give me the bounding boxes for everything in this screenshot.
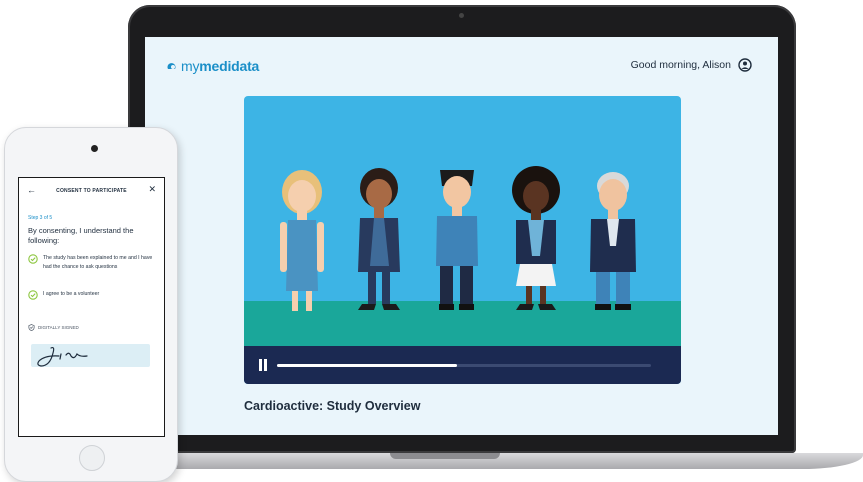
phone-camera [91,145,98,152]
digitally-signed-label: DIGITALLY SIGNED [28,324,79,331]
laptop-camera [459,13,464,18]
character-blonde-woman [280,170,324,311]
check-circle-icon [28,254,38,264]
logo-text-my: my [181,58,200,74]
video-frame-illustration [280,166,636,311]
step-indicator: Step 3 of 5 [28,215,53,221]
pause-icon[interactable] [258,359,268,371]
consent-item[interactable]: I agree to be a volunteer [28,290,156,300]
shield-check-icon [28,324,35,331]
signed-text: DIGITALLY SIGNED [38,325,79,330]
greeting-text: Good morning, Alison [630,59,731,71]
character-curly-woman [512,166,560,310]
consent-heading: By consenting, I understand the followin… [28,226,134,245]
signature-scribble [37,346,88,367]
consent-title: CONSENT TO PARTICIPATE [56,188,127,194]
consent-item-text: The study has been explained to me and I… [43,255,153,270]
consent-item[interactable]: The study has been explained to me and I… [28,254,156,271]
consent-header: ← CONSENT TO PARTICIPATE ✕ [19,178,164,204]
video-progress-bar[interactable] [277,364,651,367]
home-button[interactable] [79,445,105,471]
mymedidata-logo[interactable]: my medidata [167,58,259,74]
phone: ← CONSENT TO PARTICIPATE ✕ Step 3 of 5 B… [4,127,178,482]
back-arrow-icon[interactable]: ← [27,185,36,195]
video-title: Cardioactive: Study Overview [244,399,421,413]
consent-item-text: I agree to be a volunteer [43,291,100,297]
phone-screen: ← CONSENT TO PARTICIPATE ✕ Step 3 of 5 B… [18,177,165,437]
video-player[interactable] [244,96,681,384]
video-progress-fill [277,364,457,367]
check-circle-icon [28,290,38,300]
laptop-notch [390,453,500,459]
video-controls [244,346,681,384]
user-circle-icon[interactable] [738,58,752,72]
character-woman-scarf [358,168,400,310]
close-icon[interactable]: ✕ [148,184,156,195]
logo-mark-icon [167,63,176,69]
logo-text-medidata: medidata [199,58,260,74]
user-greeting: Good morning, Alison [631,58,752,72]
laptop-screen: my medidata Good morning, Alison Cardioa… [145,37,778,435]
character-man-shirt [436,170,478,310]
signature-box[interactable] [31,344,150,367]
character-older-man [590,172,636,310]
